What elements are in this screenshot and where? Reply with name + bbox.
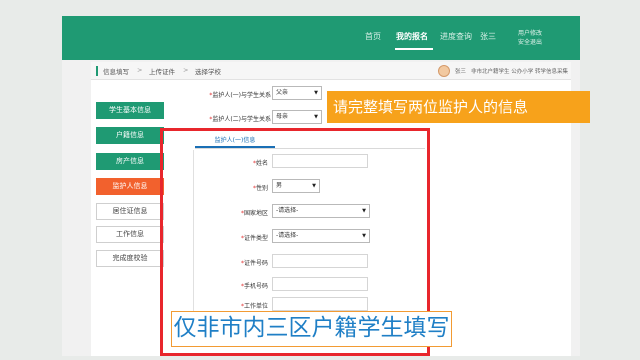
guardian2-relation-label: *监护人(二)与学生关系 (209, 116, 271, 123)
guardian2-relation-select[interactable]: 母亲 ▼ (272, 110, 322, 124)
sidebar-item-guardian-info[interactable]: 监护人信息 (96, 178, 164, 195)
sidebar-item-household-info[interactable]: 户籍信息 (96, 127, 164, 144)
phone-label: *手机号码 (240, 283, 268, 290)
banner-non-city-household: 仅非市内三区户籍学生填写 (171, 311, 452, 347)
guardian1-relation-select[interactable]: 父亲 ▼ (272, 86, 322, 100)
tab-divider (195, 148, 425, 149)
chevron-down-icon: ▼ (312, 183, 316, 189)
name-input[interactable] (272, 154, 368, 168)
breadcrumb-separator: > (183, 66, 189, 74)
nav-active-indicator (395, 48, 433, 50)
employer-label: *工作单位 (240, 303, 268, 310)
country-select[interactable]: -请选择- ▼ (272, 204, 370, 218)
user-name: 张三 (455, 69, 467, 75)
form-divider (193, 150, 194, 330)
id-type-label: *证件类型 (240, 235, 268, 242)
phone-input[interactable] (272, 277, 368, 291)
chevron-down-icon: ▼ (314, 90, 318, 96)
guardian1-relation-label: *监护人(一)与学生关系 (209, 92, 271, 99)
sidebar-item-residence-permit[interactable]: 居住证信息 (96, 203, 164, 220)
chevron-down-icon: ▼ (362, 208, 366, 214)
callout-fill-both-guardians: 请完整填写两位监护人的信息 (327, 91, 590, 123)
user-category-info: 非市北户籍学生 公办小学 转学信息采集 (471, 69, 568, 75)
sidebar-item-property-info[interactable]: 房产信息 (96, 153, 164, 170)
nav-progress-query[interactable]: 进度查询 (440, 31, 472, 42)
breadcrumb-marker (96, 66, 98, 76)
employer-input[interactable] (272, 297, 368, 311)
breadcrumb-step-2[interactable]: 上传证件 (149, 66, 175, 76)
breadcrumb-step-3[interactable]: 选择学校 (195, 66, 221, 76)
id-number-label: *证件号码 (240, 260, 268, 267)
breadcrumb-step-1[interactable]: 信息填写 (103, 66, 129, 76)
nav-home[interactable]: 首页 (365, 31, 381, 42)
nav-logout[interactable]: 安全退出 (518, 37, 542, 46)
tab-guardian-1[interactable]: 监护人(一)信息 (195, 134, 275, 148)
name-label: *姓名 (252, 160, 268, 167)
breadcrumb-separator: > (137, 66, 143, 74)
id-number-input[interactable] (272, 254, 368, 268)
top-nav-bar: 首页 我的报名 进度查询 张三 用户修改 安全退出 (62, 16, 580, 60)
country-label: *国家地区 (240, 210, 268, 217)
chevron-down-icon: ▼ (362, 233, 366, 239)
gender-label: *性别 (252, 185, 268, 192)
nav-edit-user[interactable]: 用户修改 (518, 28, 542, 37)
sidebar-item-completion-check[interactable]: 完成度校验 (96, 250, 164, 267)
sidebar-item-student-basic-info[interactable]: 学生基本信息 (96, 102, 164, 119)
avatar (438, 65, 450, 77)
nav-my-registration[interactable]: 我的报名 (396, 31, 428, 42)
nav-username: 张三 (480, 32, 496, 41)
sidebar-item-work-info[interactable]: 工作信息 (96, 226, 164, 243)
chevron-down-icon: ▼ (314, 114, 318, 120)
breadcrumb: 信息填写 > 上传证件 > 选择学校 张三 非市北户籍学生 公办小学 转学信息采… (91, 62, 571, 80)
gender-select[interactable]: 男 ▼ (272, 179, 320, 193)
id-type-select[interactable]: -请选择- ▼ (272, 229, 370, 243)
